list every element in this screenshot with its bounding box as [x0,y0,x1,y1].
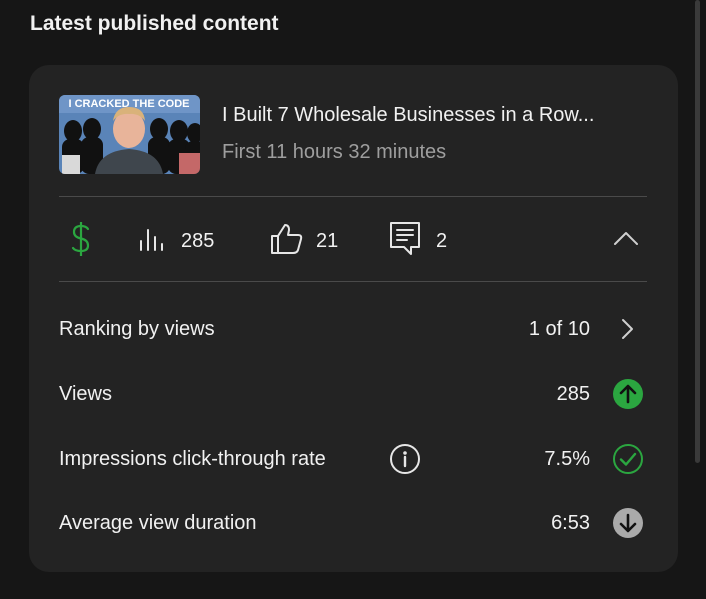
views-label: Views [59,382,112,405]
ranking-row[interactable]: Ranking by views 1 of 10 [59,309,644,349]
arrow-up-icon [612,378,644,410]
collapse-button[interactable] [612,221,640,261]
views-count: 285 [181,229,215,252]
ranking-value: 1 of 10 [528,317,590,340]
thumbs-up-icon [270,222,304,261]
ctr-label: Impressions click-through rate [59,447,326,470]
avg-duration-row: Average view duration 6:53 [59,503,644,543]
ctr-value: 7.5% [544,447,590,470]
section-title: Latest published content [30,12,279,35]
likes-metric[interactable]: 21 [270,221,338,261]
divider [59,196,647,197]
info-icon[interactable] [389,443,421,480]
ctr-row: Impressions click-through rate 7.5% [59,439,644,479]
divider [59,281,647,282]
comment-icon [388,220,422,263]
video-title[interactable]: I Built 7 Wholesale Businesses in a Row.… [222,104,594,127]
dollar-icon [67,220,95,263]
scrollbar[interactable] [695,0,700,463]
video-thumbnail[interactable]: I CRACKED THE CODE [59,95,200,174]
video-subtitle: First 11 hours 32 minutes [222,141,447,163]
thumbnail-text: I CRACKED THE CODE [68,98,189,110]
bar-chart-icon [137,224,167,259]
ranking-label: Ranking by views [59,317,215,340]
arrow-down-icon [612,507,644,539]
monetization-metric[interactable] [67,221,95,261]
comments-metric[interactable]: 2 [388,221,447,261]
latest-content-card: I CRACKED THE CODE I Built 7 Wholesale B… [29,65,678,572]
comments-count: 2 [436,229,448,252]
avg-duration-value: 6:53 [551,511,590,534]
chevron-right-icon[interactable] [612,313,644,345]
views-metric[interactable]: 285 [137,221,214,261]
check-circle-icon [612,443,644,475]
chevron-up-icon [612,229,640,254]
likes-count: 21 [316,229,339,252]
views-value: 285 [556,382,590,405]
views-row: Views 285 [59,374,644,414]
avg-duration-label: Average view duration [59,511,257,534]
